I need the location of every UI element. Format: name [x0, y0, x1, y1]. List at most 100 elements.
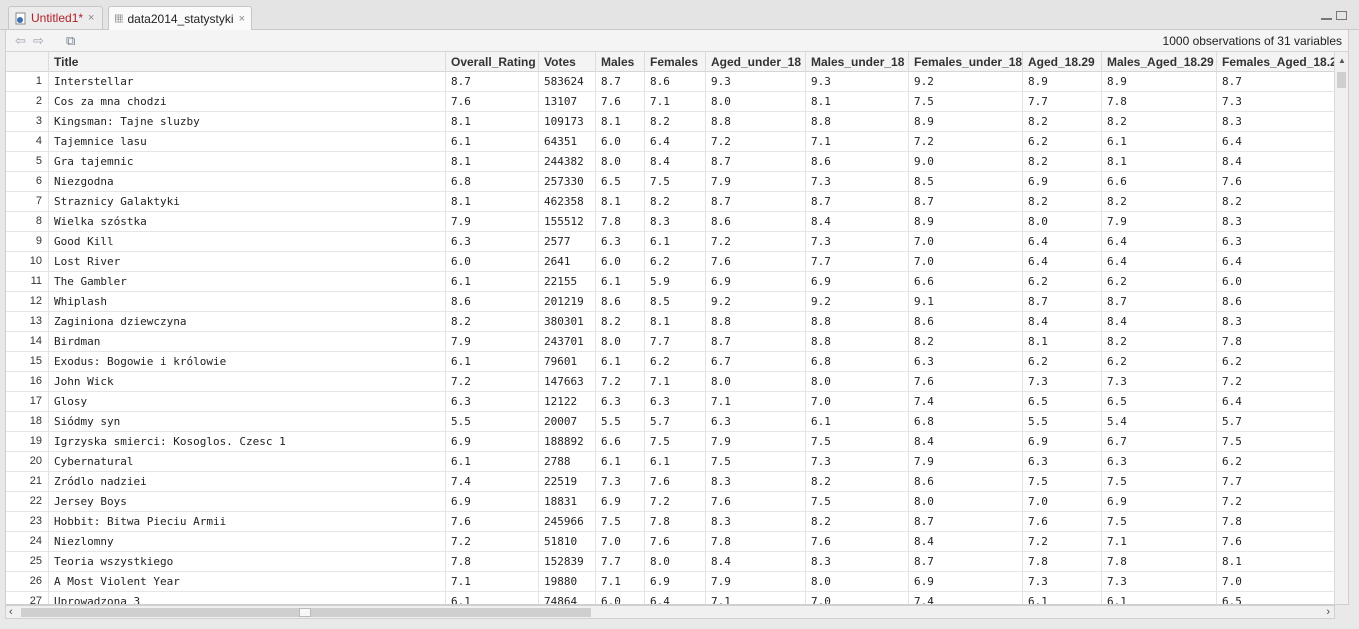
table-cell[interactable]: 6.9 [445, 432, 538, 452]
column-header[interactable]: Males [595, 52, 644, 72]
table-cell[interactable]: 6.2 [1022, 352, 1101, 372]
table-cell[interactable]: 7.5 [1022, 472, 1101, 492]
table-cell[interactable]: 2577 [538, 232, 595, 252]
table-row[interactable]: 27 Uprowadzona 3 6.1 74864 6.0 6.4 7.1 7.0 7.4 6.… [6, 592, 1336, 604]
table-cell[interactable]: 7.2 [445, 372, 538, 392]
column-header[interactable]: Females [644, 52, 705, 72]
table-cell[interactable]: 7.1 [705, 592, 805, 604]
table-cell[interactable]: Lost River [48, 252, 445, 272]
table-cell[interactable]: 6.8 [805, 352, 908, 372]
table-cell[interactable]: 8.2 [1022, 192, 1101, 212]
table-cell[interactable]: 8.1 [1101, 152, 1216, 172]
table-row[interactable]: 1 Interstellar 8.7 583624 8.7 8.6 9.3 9.3 9.2 8.9… [6, 72, 1336, 92]
table-cell[interactable]: 7.5 [805, 492, 908, 512]
table-cell[interactable]: 7.6 [644, 472, 705, 492]
maximize-icon[interactable] [1336, 11, 1347, 20]
table-cell[interactable]: 6.2 [1216, 352, 1341, 372]
table-cell[interactable]: 380301 [538, 312, 595, 332]
table-cell[interactable]: 7.5 [1101, 512, 1216, 532]
table-cell[interactable]: 8.0 [705, 372, 805, 392]
table-row[interactable]: 16 John Wick 7.2 147663 7.2 7.1 8.0 8.0 7.6 7.3 7.… [6, 372, 1336, 392]
table-cell[interactable]: 6.4 [644, 132, 705, 152]
table-cell[interactable]: 6.5 [1022, 392, 1101, 412]
table-cell[interactable]: 7.3 [1101, 572, 1216, 592]
table-cell[interactable]: 7.8 [1216, 512, 1341, 532]
table-cell[interactable]: Exodus: Bogowie i królowie [48, 352, 445, 372]
horizontal-scroll-thumb[interactable] [21, 608, 591, 617]
table-cell[interactable]: 8.5 [908, 172, 1022, 192]
table-cell[interactable]: 7.3 [805, 172, 908, 192]
vertical-scroll-thumb[interactable] [1337, 72, 1346, 88]
table-cell[interactable]: Siódmy syn [48, 412, 445, 432]
table-cell[interactable]: 7.5 [595, 512, 644, 532]
table-cell[interactable]: 6.1 [1101, 592, 1216, 604]
table-cell[interactable]: 8.0 [644, 552, 705, 572]
table-cell[interactable]: 8.0 [595, 332, 644, 352]
table-cell[interactable]: 6.4 [1101, 232, 1216, 252]
table-cell[interactable]: 9.0 [908, 152, 1022, 172]
table-cell[interactable]: 7.5 [1216, 432, 1341, 452]
table-cell[interactable]: 8.6 [805, 152, 908, 172]
table-cell[interactable]: 8.9 [908, 212, 1022, 232]
table-cell[interactable]: 6.1 [445, 272, 538, 292]
table-cell[interactable]: 6.9 [805, 272, 908, 292]
table-cell[interactable]: 8.6 [908, 312, 1022, 332]
table-cell[interactable]: 7.7 [1022, 92, 1101, 112]
table-cell[interactable]: 7.3 [595, 472, 644, 492]
table-cell[interactable]: 6.1 [644, 452, 705, 472]
table-cell[interactable]: 8.0 [908, 492, 1022, 512]
table-cell[interactable]: 7.9 [1101, 212, 1216, 232]
table-cell[interactable]: 8.6 [644, 72, 705, 92]
table-cell[interactable]: 7.0 [908, 252, 1022, 272]
table-cell[interactable]: 7.1 [1101, 532, 1216, 552]
table-cell[interactable]: 8.1 [644, 312, 705, 332]
table-cell[interactable]: 8.2 [1022, 112, 1101, 132]
table-cell[interactable]: 8.1 [445, 152, 538, 172]
table-cell[interactable]: 8.8 [705, 312, 805, 332]
table-cell[interactable]: 7.7 [1216, 472, 1341, 492]
table-cell[interactable]: 8.6 [445, 292, 538, 312]
table-cell[interactable]: 8.8 [705, 112, 805, 132]
table-cell[interactable]: 6.5 [595, 172, 644, 192]
table-cell[interactable]: 8.7 [805, 192, 908, 212]
table-row[interactable]: 8 Wielka szóstka 7.9 155512 7.8 8.3 8.6 8.4 8.9 8… [6, 212, 1336, 232]
horizontal-scrollbar[interactable]: ‹ › [5, 605, 1335, 619]
table-cell[interactable]: 5.9 [644, 272, 705, 292]
table-row[interactable]: 7 Straznicy Galaktyki 8.1 462358 8.1 8.2 8.7 8.… [6, 192, 1336, 212]
table-cell[interactable]: 20007 [538, 412, 595, 432]
table-cell[interactable]: 8.7 [445, 72, 538, 92]
table-cell[interactable]: 6.4 [1022, 252, 1101, 272]
table-cell[interactable]: 13107 [538, 92, 595, 112]
table-cell[interactable]: 19880 [538, 572, 595, 592]
table-cell[interactable]: 6.9 [445, 492, 538, 512]
table-row[interactable]: 4 Tajemnice lasu 6.1 64351 6.0 6.4 7.2 7.1 7.2 6.… [6, 132, 1336, 152]
table-cell[interactable]: 188892 [538, 432, 595, 452]
table-cell[interactable]: 9.2 [805, 292, 908, 312]
table-cell[interactable]: 6.1 [445, 132, 538, 152]
table-cell[interactable]: 7.4 [445, 472, 538, 492]
table-cell[interactable]: Birdman [48, 332, 445, 352]
table-cell[interactable]: 6.6 [908, 272, 1022, 292]
table-cell[interactable]: 6.0 [595, 252, 644, 272]
table-cell[interactable]: 7.6 [445, 92, 538, 112]
table-cell[interactable]: 7.5 [908, 92, 1022, 112]
table-cell[interactable]: 6.3 [908, 352, 1022, 372]
table-cell[interactable]: 6.9 [705, 272, 805, 292]
table-cell[interactable]: 6.7 [705, 352, 805, 372]
table-row[interactable]: 22 Jersey Boys 6.9 18831 6.9 7.2 7.6 7.5 8.0 7.0 6… [6, 492, 1336, 512]
table-cell[interactable]: 8.9 [1022, 72, 1101, 92]
table-cell[interactable]: 7.0 [805, 392, 908, 412]
table-cell[interactable]: 8.5 [644, 292, 705, 312]
table-cell[interactable]: 6.1 [445, 452, 538, 472]
table-cell[interactable]: 7.9 [705, 572, 805, 592]
table-cell[interactable]: 7.2 [1216, 372, 1341, 392]
table-cell[interactable]: 7.7 [805, 252, 908, 272]
table-cell[interactable]: 8.7 [705, 152, 805, 172]
table-cell[interactable]: 6.3 [595, 232, 644, 252]
table-cell[interactable]: 6.5 [1216, 592, 1341, 604]
table-cell[interactable]: 8.9 [1101, 72, 1216, 92]
table-cell[interactable]: 7.3 [1101, 372, 1216, 392]
table-cell[interactable]: 6.8 [908, 412, 1022, 432]
table-cell[interactable]: 6.2 [644, 352, 705, 372]
table-cell[interactable]: 6.1 [595, 452, 644, 472]
